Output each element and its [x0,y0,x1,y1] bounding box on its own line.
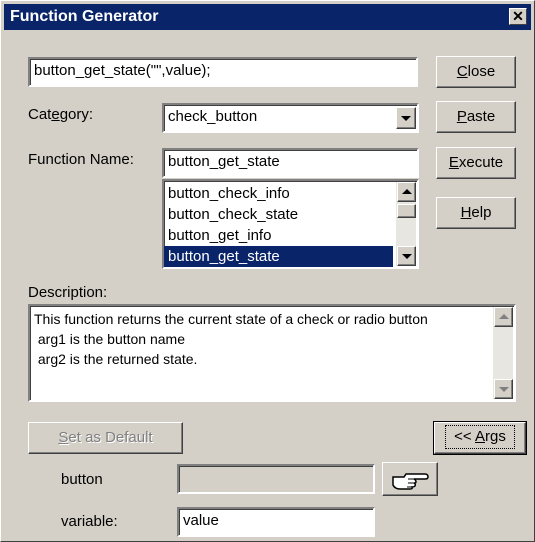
arg-button-field[interactable] [177,464,375,494]
close-icon: ✕ [512,8,524,24]
scroll-thumb[interactable] [397,204,416,218]
window-title: Function Generator [10,8,159,25]
scroll-down-button[interactable] [494,379,513,399]
close-button[interactable]: Close [436,56,516,88]
args-button-pre: << [454,428,475,445]
arg-variable-field[interactable]: value [177,507,375,537]
description-line: arg2 is the returned state. [34,351,198,367]
function-list[interactable]: button_check_info button_check_state but… [162,179,419,269]
execute-button[interactable]: Execute [436,147,516,179]
title-bar[interactable]: Function Generator ✕ [4,4,531,30]
list-item[interactable]: button_get_info [164,225,393,246]
category-label-post: gory: [59,106,94,123]
category-label-pre: Cat [28,106,52,123]
arg-button-label: button [61,471,103,488]
chevron-down-icon [402,254,412,259]
pick-object-button[interactable] [382,462,438,496]
category-dropdown[interactable]: check_button [162,103,419,133]
description-label: Description: [28,284,108,301]
args-button-mnemonic: A [475,428,486,445]
help-button[interactable]: Help [436,197,516,229]
args-button-focus-rect: << Args [445,425,515,449]
chevron-up-icon [499,314,509,319]
list-item[interactable]: button_check_info [164,183,393,204]
help-button-mnemonic: H [460,204,472,221]
chevron-down-icon [499,387,509,392]
paste-button[interactable]: Paste [436,101,516,133]
expression-field[interactable]: button_get_state("",value); [28,57,418,87]
chevron-down-icon [401,116,411,121]
description-text[interactable]: This function returns the current state … [28,304,516,402]
arg-variable-label: variable: [61,513,118,530]
function-name-label: Function Name: [28,151,134,168]
scroll-up-button[interactable] [494,307,513,327]
category-label: Category: [28,106,93,123]
paste-button-label: aste [466,108,496,125]
set-as-default-mnemonic: S [58,429,69,446]
paste-button-mnemonic: P [456,108,467,125]
arg-variable-value: value [183,512,219,529]
args-toggle-button[interactable]: << Args [433,421,527,455]
category-dropdown-button[interactable] [396,107,416,129]
description-line: arg1 is the button name [34,331,185,347]
function-generator-window: Function Generator ✕ button_get_state(""… [0,0,535,542]
expression-value: button_get_state("",value); [34,62,211,79]
description-line: This function returns the current state … [34,311,428,327]
help-button-label: elp [471,204,492,221]
description-scrollbar[interactable] [493,307,513,399]
function-list-scrollbar[interactable] [396,182,416,266]
function-name-value: button_get_state [168,153,280,170]
scroll-up-button[interactable] [397,182,416,202]
function-name-field[interactable]: button_get_state [162,148,419,178]
args-button-label: rgs [485,428,506,445]
scroll-down-button[interactable] [397,246,416,266]
list-item[interactable]: button_check_state [164,204,393,225]
set-as-default-button[interactable]: Set as Default [28,422,183,454]
chevron-up-icon [402,189,412,194]
close-button-mnemonic: C [456,63,468,80]
close-button-label: lose [467,63,496,80]
close-window-button[interactable]: ✕ [509,8,527,25]
execute-button-label: xecute [458,154,504,171]
category-value: check_button [168,108,258,125]
pointing-hand-icon [392,473,429,490]
set-as-default-label: et as Default [68,429,153,446]
list-item-selected[interactable]: button_get_state [164,246,393,267]
execute-button-mnemonic: E [448,154,459,171]
category-label-mnemonic: e [51,106,60,123]
